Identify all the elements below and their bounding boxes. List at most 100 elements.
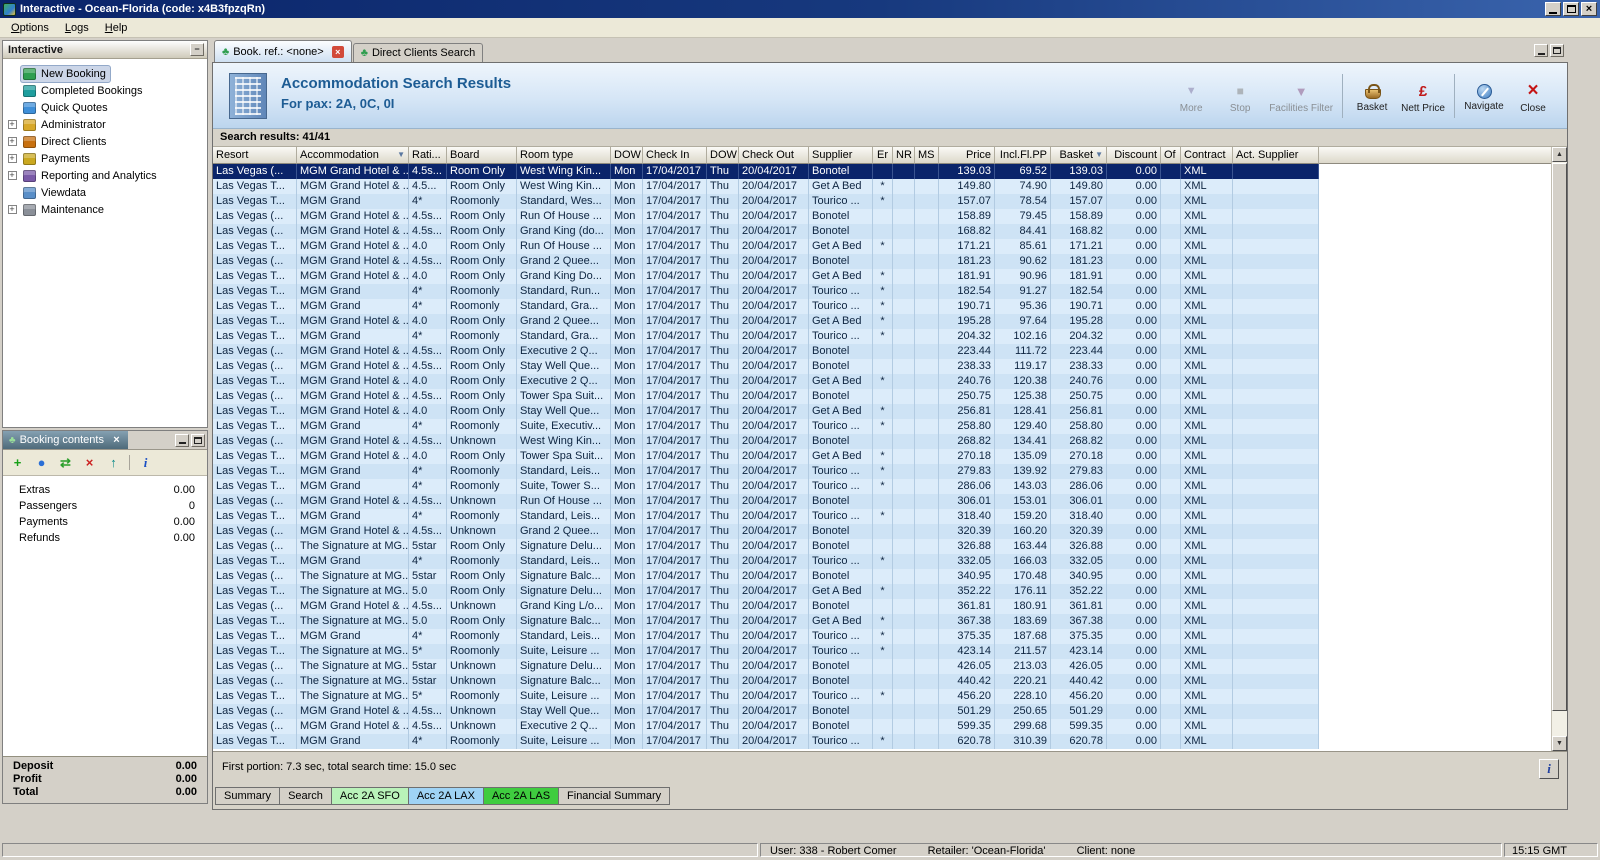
table-row[interactable]: Las Vegas (...MGM Grand Hotel & ...4.5s.… — [213, 209, 1551, 224]
sidebar-item-payments[interactable]: +Payments — [3, 150, 207, 167]
table-row[interactable]: Las Vegas (...MGM Grand Hotel & ...4.5s.… — [213, 719, 1551, 734]
scroll-down-button[interactable]: ▼ — [1552, 736, 1567, 751]
table-row[interactable]: Las Vegas T...The Signature at MG...5*Ro… — [213, 644, 1551, 659]
table-row[interactable]: Las Vegas T...MGM Grand4*RoomonlyStandar… — [213, 284, 1551, 299]
table-row[interactable]: Las Vegas T...MGM Grand Hotel & ...4.0Ro… — [213, 314, 1551, 329]
expand-button[interactable]: + — [3, 137, 21, 146]
table-row[interactable]: Las Vegas T...MGM Grand4*RoomonlySuite, … — [213, 419, 1551, 434]
sidebar-item-completed-bookings[interactable]: Completed Bookings — [3, 82, 207, 99]
tab-close-icon[interactable]: × — [332, 46, 344, 58]
table-row[interactable]: Las Vegas T...MGM Grand Hotel & ...4.0Ro… — [213, 374, 1551, 389]
sidebar-item-quick-quotes[interactable]: Quick Quotes — [3, 99, 207, 116]
table-row[interactable]: Las Vegas (...MGM Grand Hotel & ...4.5s.… — [213, 359, 1551, 374]
tab-booking-ref[interactable]: ♣ Book. ref.: <none> × — [214, 40, 352, 62]
minimize-view-button[interactable] — [1534, 44, 1548, 57]
sidebar-item-new-booking[interactable]: New Booking — [3, 65, 207, 82]
transfer-icon[interactable]: ⇄ — [57, 455, 74, 471]
vertical-scrollbar[interactable]: ▲ ▼ — [1551, 147, 1567, 751]
column-header-dow[interactable]: DOW — [707, 147, 739, 164]
minimize-button[interactable] — [1545, 2, 1561, 16]
table-row[interactable]: Las Vegas T...MGM Grand4*RoomonlyStandar… — [213, 464, 1551, 479]
table-row[interactable]: Las Vegas T...MGM Grand Hotel & ...4.0Ro… — [213, 239, 1551, 254]
bottom-tab-acc-2a-sfo[interactable]: Acc 2A SFO — [331, 787, 409, 805]
more-button[interactable]: More — [1171, 81, 1211, 114]
table-row[interactable]: Las Vegas (...The Signature at MG...5sta… — [213, 569, 1551, 584]
table-row[interactable]: Las Vegas (...MGM Grand Hotel & ...4.5s.… — [213, 224, 1551, 239]
column-header-act-supplier[interactable]: Act. Supplier — [1233, 147, 1319, 164]
bottom-tab-acc-2a-lax[interactable]: Acc 2A LAX — [408, 787, 484, 805]
table-row[interactable]: Las Vegas T...MGM Grand4*RoomonlySuite, … — [213, 479, 1551, 494]
menu-help[interactable]: Help — [97, 19, 136, 37]
table-row[interactable]: Las Vegas (...MGM Grand Hotel & ...4.5s.… — [213, 344, 1551, 359]
column-header-price[interactable]: Price — [939, 147, 995, 164]
expand-button[interactable]: + — [3, 171, 21, 180]
sidebar-item-viewdata[interactable]: Viewdata — [3, 184, 207, 201]
table-row[interactable]: Las Vegas T...The Signature at MG...5.0R… — [213, 584, 1551, 599]
close-button[interactable]: × — [1581, 2, 1597, 16]
info-icon[interactable]: i — [137, 455, 154, 471]
table-row[interactable]: Las Vegas T...MGM Grand4*RoomonlyStandar… — [213, 554, 1551, 569]
column-header-incl-fl-pp[interactable]: Incl.Fl.PP — [995, 147, 1051, 164]
column-header-check-out[interactable]: Check Out — [739, 147, 809, 164]
table-row[interactable]: Las Vegas T...MGM Grand4*RoomonlyStandar… — [213, 629, 1551, 644]
table-row[interactable]: Las Vegas T...The Signature at MG...5*Ro… — [213, 689, 1551, 704]
column-header-basket[interactable]: Basket▼ — [1051, 147, 1107, 164]
info-button[interactable]: i — [1539, 759, 1559, 779]
column-header-check-in[interactable]: Check In — [643, 147, 707, 164]
table-row[interactable]: Las Vegas T...MGM Grand Hotel & ...4.0Ro… — [213, 449, 1551, 464]
column-header-ms[interactable]: MS — [915, 147, 939, 164]
table-row[interactable]: Las Vegas T...MGM Grand Hotel & ...4.5..… — [213, 179, 1551, 194]
tab-direct-clients-search[interactable]: ♣ Direct Clients Search — [353, 43, 484, 62]
restore-panel-button[interactable] — [191, 434, 205, 447]
column-header-nr[interactable]: NR — [893, 147, 915, 164]
table-row[interactable]: Las Vegas T...The Signature at MG...5.0R… — [213, 614, 1551, 629]
table-row[interactable]: Las Vegas (...MGM Grand Hotel & ...4.5s.… — [213, 704, 1551, 719]
upload-icon[interactable]: ↑ — [105, 455, 122, 470]
close-tab-icon[interactable]: × — [111, 434, 122, 446]
table-row[interactable]: Las Vegas T...MGM Grand Hotel & ...4.0Ro… — [213, 404, 1551, 419]
table-row[interactable]: Las Vegas (...The Signature at MG...5sta… — [213, 659, 1551, 674]
delete-icon[interactable]: × — [81, 455, 98, 470]
column-header-accommodation[interactable]: Accommodation▼ — [297, 147, 409, 164]
table-row[interactable]: Las Vegas T...MGM Grand4*RoomonlyStandar… — [213, 194, 1551, 209]
table-row[interactable]: Las Vegas (...MGM Grand Hotel & ...4.5s.… — [213, 254, 1551, 269]
table-row[interactable]: Las Vegas T...MGM Grand4*RoomonlyStandar… — [213, 509, 1551, 524]
stop-button[interactable]: Stop — [1220, 81, 1260, 114]
column-header-er[interactable]: Er — [873, 147, 893, 164]
column-header-resort[interactable]: Resort — [213, 147, 297, 164]
scroll-up-button[interactable]: ▲ — [1552, 147, 1567, 162]
column-header-contract[interactable]: Contract — [1181, 147, 1233, 164]
table-row[interactable]: Las Vegas (...MGM Grand Hotel & ...4.5s.… — [213, 494, 1551, 509]
bottom-tab-search[interactable]: Search — [279, 787, 332, 805]
table-row[interactable]: Las Vegas T...MGM Grand4*RoomonlyStandar… — [213, 299, 1551, 314]
menu-options[interactable]: Options — [3, 19, 57, 37]
bottom-tab-financial-summary[interactable]: Financial Summary — [558, 787, 670, 805]
column-header-supplier[interactable]: Supplier — [809, 147, 873, 164]
column-header-room-type[interactable]: Room type — [517, 147, 611, 164]
add-icon[interactable]: + — [9, 455, 26, 470]
table-row[interactable]: Las Vegas (...MGM Grand Hotel & ...4.5s.… — [213, 524, 1551, 539]
bottom-tab-summary[interactable]: Summary — [215, 787, 280, 805]
table-row[interactable]: Las Vegas (...MGM Grand Hotel & ...4.5s.… — [213, 434, 1551, 449]
sidebar-item-maintenance[interactable]: +Maintenance — [3, 201, 207, 218]
table-row[interactable]: Las Vegas T...MGM Grand4*RoomonlyStandar… — [213, 329, 1551, 344]
facilities-filter-button[interactable]: Facilities Filter — [1269, 81, 1333, 114]
column-header-dow[interactable]: DOW — [611, 147, 643, 164]
bottom-tab-acc-2a-las[interactable]: Acc 2A LAS — [483, 787, 559, 805]
sidebar-item-reporting-and-analytics[interactable]: +Reporting and Analytics — [3, 167, 207, 184]
table-row[interactable]: Las Vegas T...MGM Grand4*RoomonlySuite, … — [213, 734, 1551, 749]
basket-button[interactable]: Basket — [1352, 83, 1392, 113]
column-header-discount[interactable]: Discount — [1107, 147, 1161, 164]
minimize-panel-button[interactable] — [175, 434, 189, 447]
column-header-of[interactable]: Of — [1161, 147, 1181, 164]
table-row[interactable]: Las Vegas T...MGM Grand Hotel & ...4.0Ro… — [213, 269, 1551, 284]
nett-price-button[interactable]: Nett Price — [1401, 81, 1445, 114]
globe-icon[interactable]: ● — [33, 455, 50, 470]
table-row[interactable]: Las Vegas (...The Signature at MG...5sta… — [213, 539, 1551, 554]
table-row[interactable]: Las Vegas (...MGM Grand Hotel & ...4.5s.… — [213, 164, 1551, 179]
sidebar-item-administrator[interactable]: +Administrator — [3, 116, 207, 133]
table-row[interactable]: Las Vegas (...MGM Grand Hotel & ...4.5s.… — [213, 599, 1551, 614]
expand-button[interactable]: + — [3, 154, 21, 163]
restore-view-button[interactable] — [1550, 44, 1564, 57]
table-row[interactable]: Las Vegas (...The Signature at MG...5sta… — [213, 674, 1551, 689]
